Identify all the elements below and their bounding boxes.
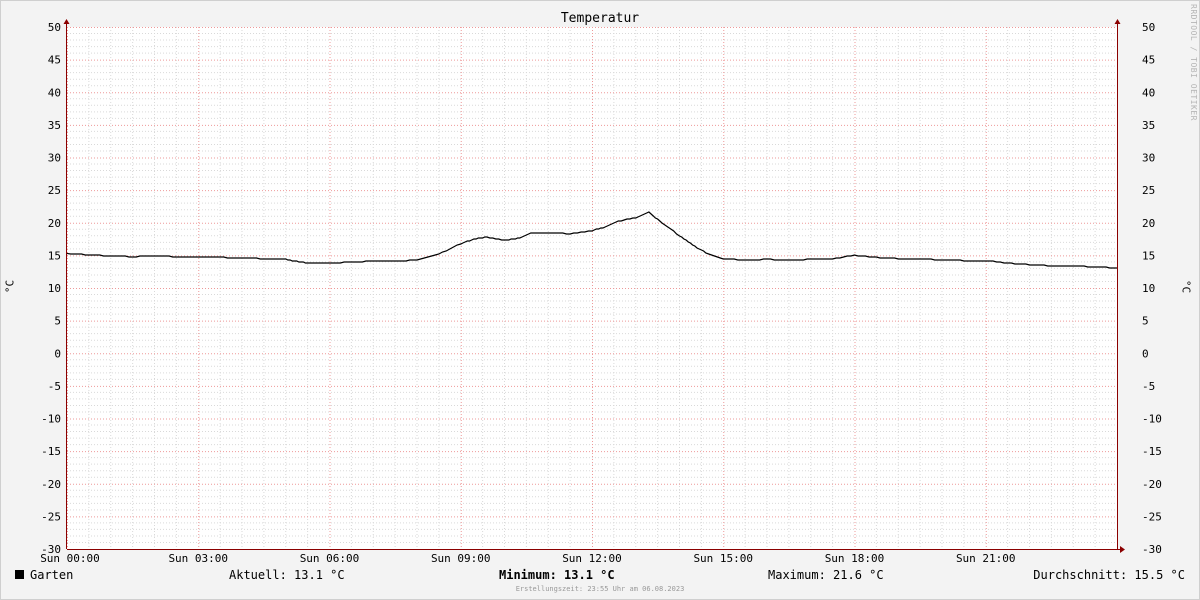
x-tick-label: Sun 21:00 (956, 552, 1016, 565)
stat-maximum: Maximum: 21.6 °C (768, 568, 884, 582)
x-tick-label: Sun 18:00 (825, 552, 885, 565)
y-tick-label-left: 45 (48, 54, 61, 67)
x-tick-label: Sun 12:00 (562, 552, 622, 565)
y-tick-label-left: 20 (48, 217, 61, 230)
y-axis-arrow-left (63, 19, 70, 24)
y-tick-label-right: 25 (1142, 184, 1155, 197)
x-tick-label: Sun 00:00 (40, 552, 100, 565)
y-tick-label-left: 15 (48, 249, 61, 262)
y-tick-label-right: 40 (1142, 86, 1155, 99)
y-tick-label-left: -15 (41, 445, 61, 458)
y-tick-label-left: -25 (41, 510, 61, 523)
y-tick-label-left: 30 (48, 152, 61, 165)
y-tick-label-left: -20 (41, 478, 61, 491)
y-tick-label-right: 0 (1142, 347, 1149, 360)
chart-canvas: 50 5045 4540 4035 3530 3025 2520 2015 1510 105 50 0… (40, 19, 1162, 565)
y-tick-label-right: 45 (1142, 54, 1155, 67)
y-tick-label-right: 10 (1142, 282, 1155, 295)
y-tick-label-left: 50 (48, 21, 61, 34)
y-tick-label-left: -5 (48, 380, 61, 393)
y-tick-label-left: 25 (48, 184, 61, 197)
legend-swatch-garten (15, 570, 24, 579)
y-tick-label-right: -30 (1142, 543, 1162, 556)
y-tick-label-right: 20 (1142, 217, 1155, 230)
y-tick-label-left: 5 (54, 315, 61, 328)
y-tick-label-right: -15 (1142, 445, 1162, 458)
creation-timestamp: Erstellungszeit: 23:55 Uhr am 06.08.2023 (515, 585, 685, 593)
x-tick-label: Sun 15:00 (693, 552, 753, 565)
y-axis-label-right: °C (1179, 279, 1193, 294)
y-tick-label-right: 35 (1142, 119, 1155, 132)
y-tick-label-left: 35 (48, 119, 61, 132)
x-axis-arrow (1120, 546, 1125, 553)
y-tick-label-right: -10 (1142, 413, 1162, 426)
legend-row: Garten Aktuell: 13.1 °C Minimum: 13.1 °C… (0, 568, 1200, 584)
stat-minimum: Minimum: 13.1 °C (499, 568, 615, 582)
y-tick-label-right: 5 (1142, 315, 1149, 328)
y-tick-label-right: -5 (1142, 380, 1155, 393)
y-tick-label-left: 0 (54, 347, 61, 360)
y-tick-label-right: 50 (1142, 21, 1155, 34)
stat-average: Durchschnitt: 15.5 °C (1033, 568, 1185, 582)
y-axis-label-left: °C (3, 279, 17, 294)
legend-series-name: Garten (30, 568, 74, 582)
y-tick-label-right: -20 (1142, 478, 1162, 491)
stat-current: Aktuell: 13.1 °C (229, 568, 345, 582)
x-tick-label: Sun 09:00 (431, 552, 491, 565)
y-tick-label-right: 30 (1142, 152, 1155, 165)
y-axis-arrow-right (1114, 19, 1121, 24)
y-tick-label-right: -25 (1142, 510, 1162, 523)
y-tick-label-left: 40 (48, 86, 61, 99)
y-tick-label-left: -10 (41, 413, 61, 426)
y-tick-label-left: 10 (48, 282, 61, 295)
x-tick-label: Sun 06:00 (300, 552, 360, 565)
x-tick-label: Sun 03:00 (168, 552, 228, 565)
y-tick-label-right: 15 (1142, 249, 1155, 262)
